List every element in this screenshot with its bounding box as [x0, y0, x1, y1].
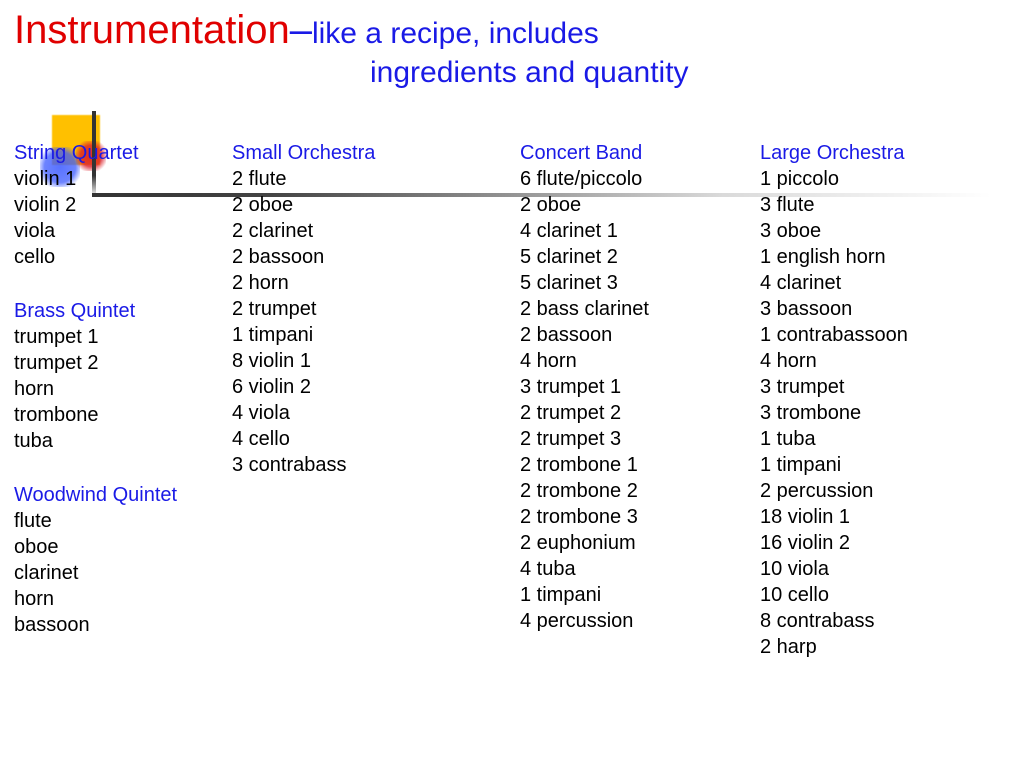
instrument-item: clarinet: [14, 560, 232, 586]
instrument-item: bassoon: [14, 612, 232, 638]
instrument-item: 4 clarinet: [760, 270, 1000, 296]
column: Large Orchestra1 piccolo3 flute3 oboe1 e…: [760, 140, 1000, 688]
instrument-item: 2 bassoon: [520, 322, 760, 348]
ensemble-title: String Quartet: [14, 140, 232, 166]
instrument-item: 1 contrabassoon: [760, 322, 1000, 348]
instrument-item: 2 trombone 3: [520, 504, 760, 530]
instrument-item: 2 bassoon: [232, 244, 520, 270]
title-main: Instrumentation: [14, 8, 290, 52]
instrument-item: 5 clarinet 3: [520, 270, 760, 296]
title-dash: –: [290, 8, 312, 52]
column: Small Orchestra2 flute2 oboe2 clarinet2 …: [232, 140, 520, 688]
instrument-item: 1 tuba: [760, 426, 1000, 452]
instrument-item: 3 trumpet: [760, 374, 1000, 400]
ensemble-group: Small Orchestra2 flute2 oboe2 clarinet2 …: [232, 140, 520, 478]
instrument-item: 1 timpani: [520, 582, 760, 608]
instrument-item: 18 violin 1: [760, 504, 1000, 530]
instrument-item: violin 2: [14, 192, 232, 218]
instrument-item: 2 clarinet: [232, 218, 520, 244]
ensemble-group: Large Orchestra1 piccolo3 flute3 oboe1 e…: [760, 140, 1000, 660]
instrument-item: 2 horn: [232, 270, 520, 296]
instrument-item: trumpet 2: [14, 350, 232, 376]
instrument-item: 2 oboe: [520, 192, 760, 218]
instrument-item: 3 flute: [760, 192, 1000, 218]
instrument-item: 3 trumpet 1: [520, 374, 760, 400]
instrument-item: 3 bassoon: [760, 296, 1000, 322]
instrument-item: 1 timpani: [760, 452, 1000, 478]
ensemble-title: Large Orchestra: [760, 140, 1000, 166]
instrument-item: 4 viola: [232, 400, 520, 426]
instrument-item: trumpet 1: [14, 324, 232, 350]
content-columns: String Quartetviolin 1violin 2violacello…: [14, 140, 1014, 688]
instrument-item: 10 viola: [760, 556, 1000, 582]
ensemble-title: Small Orchestra: [232, 140, 520, 166]
instrument-item: horn: [14, 586, 232, 612]
ensemble-title: Woodwind Quintet: [14, 482, 232, 508]
instrument-item: 1 english horn: [760, 244, 1000, 270]
instrument-item: 4 horn: [760, 348, 1000, 374]
instrument-item: tuba: [14, 428, 232, 454]
instrument-item: 1 timpani: [232, 322, 520, 348]
instrument-item: 3 oboe: [760, 218, 1000, 244]
ensemble-group: Brass Quintettrumpet 1trumpet 2horntromb…: [14, 298, 232, 454]
instrument-item: cello: [14, 244, 232, 270]
instrument-item: 2 trumpet 3: [520, 426, 760, 452]
instrument-item: 2 flute: [232, 166, 520, 192]
instrument-item: 2 bass clarinet: [520, 296, 760, 322]
instrument-item: 2 trombone 1: [520, 452, 760, 478]
instrument-item: 2 trombone 2: [520, 478, 760, 504]
instrument-item: 1 piccolo: [760, 166, 1000, 192]
column: String Quartetviolin 1violin 2violacello…: [14, 140, 232, 688]
instrument-item: 2 percussion: [760, 478, 1000, 504]
instrument-item: 4 clarinet 1: [520, 218, 760, 244]
title-subtitle-line1: like a recipe, includes: [312, 17, 599, 50]
instrument-item: 6 flute/piccolo: [520, 166, 760, 192]
instrument-item: 2 trumpet: [232, 296, 520, 322]
instrument-item: 6 violin 2: [232, 374, 520, 400]
ensemble-title: Concert Band: [520, 140, 760, 166]
instrument-item: 3 trombone: [760, 400, 1000, 426]
ensemble-group: String Quartetviolin 1violin 2violacello: [14, 140, 232, 270]
instrument-item: flute: [14, 508, 232, 534]
ensemble-group: Woodwind Quintetfluteoboeclarinethornbas…: [14, 482, 232, 638]
instrument-item: 10 cello: [760, 582, 1000, 608]
instrument-item: 5 clarinet 2: [520, 244, 760, 270]
ensemble-title: Brass Quintet: [14, 298, 232, 324]
instrument-item: 8 violin 1: [232, 348, 520, 374]
instrument-item: 4 horn: [520, 348, 760, 374]
instrument-item: 4 tuba: [520, 556, 760, 582]
instrument-item: 16 violin 2: [760, 530, 1000, 556]
instrument-item: violin 1: [14, 166, 232, 192]
slide-title: Instrumentation–like a recipe, includes: [14, 8, 599, 52]
instrument-item: 2 trumpet 2: [520, 400, 760, 426]
instrument-item: trombone: [14, 402, 232, 428]
instrument-item: 2 euphonium: [520, 530, 760, 556]
title-subtitle-line2: ingredients and quantity: [370, 56, 689, 90]
instrument-item: 4 cello: [232, 426, 520, 452]
ensemble-group: Concert Band6 flute/piccolo2 oboe4 clari…: [520, 140, 760, 634]
instrument-item: 2 oboe: [232, 192, 520, 218]
instrument-item: viola: [14, 218, 232, 244]
instrument-item: 2 harp: [760, 634, 1000, 660]
instrument-item: 3 contrabass: [232, 452, 520, 478]
instrument-item: horn: [14, 376, 232, 402]
instrument-item: oboe: [14, 534, 232, 560]
column: Concert Band6 flute/piccolo2 oboe4 clari…: [520, 140, 760, 688]
instrument-item: 4 percussion: [520, 608, 760, 634]
instrument-item: 8 contrabass: [760, 608, 1000, 634]
